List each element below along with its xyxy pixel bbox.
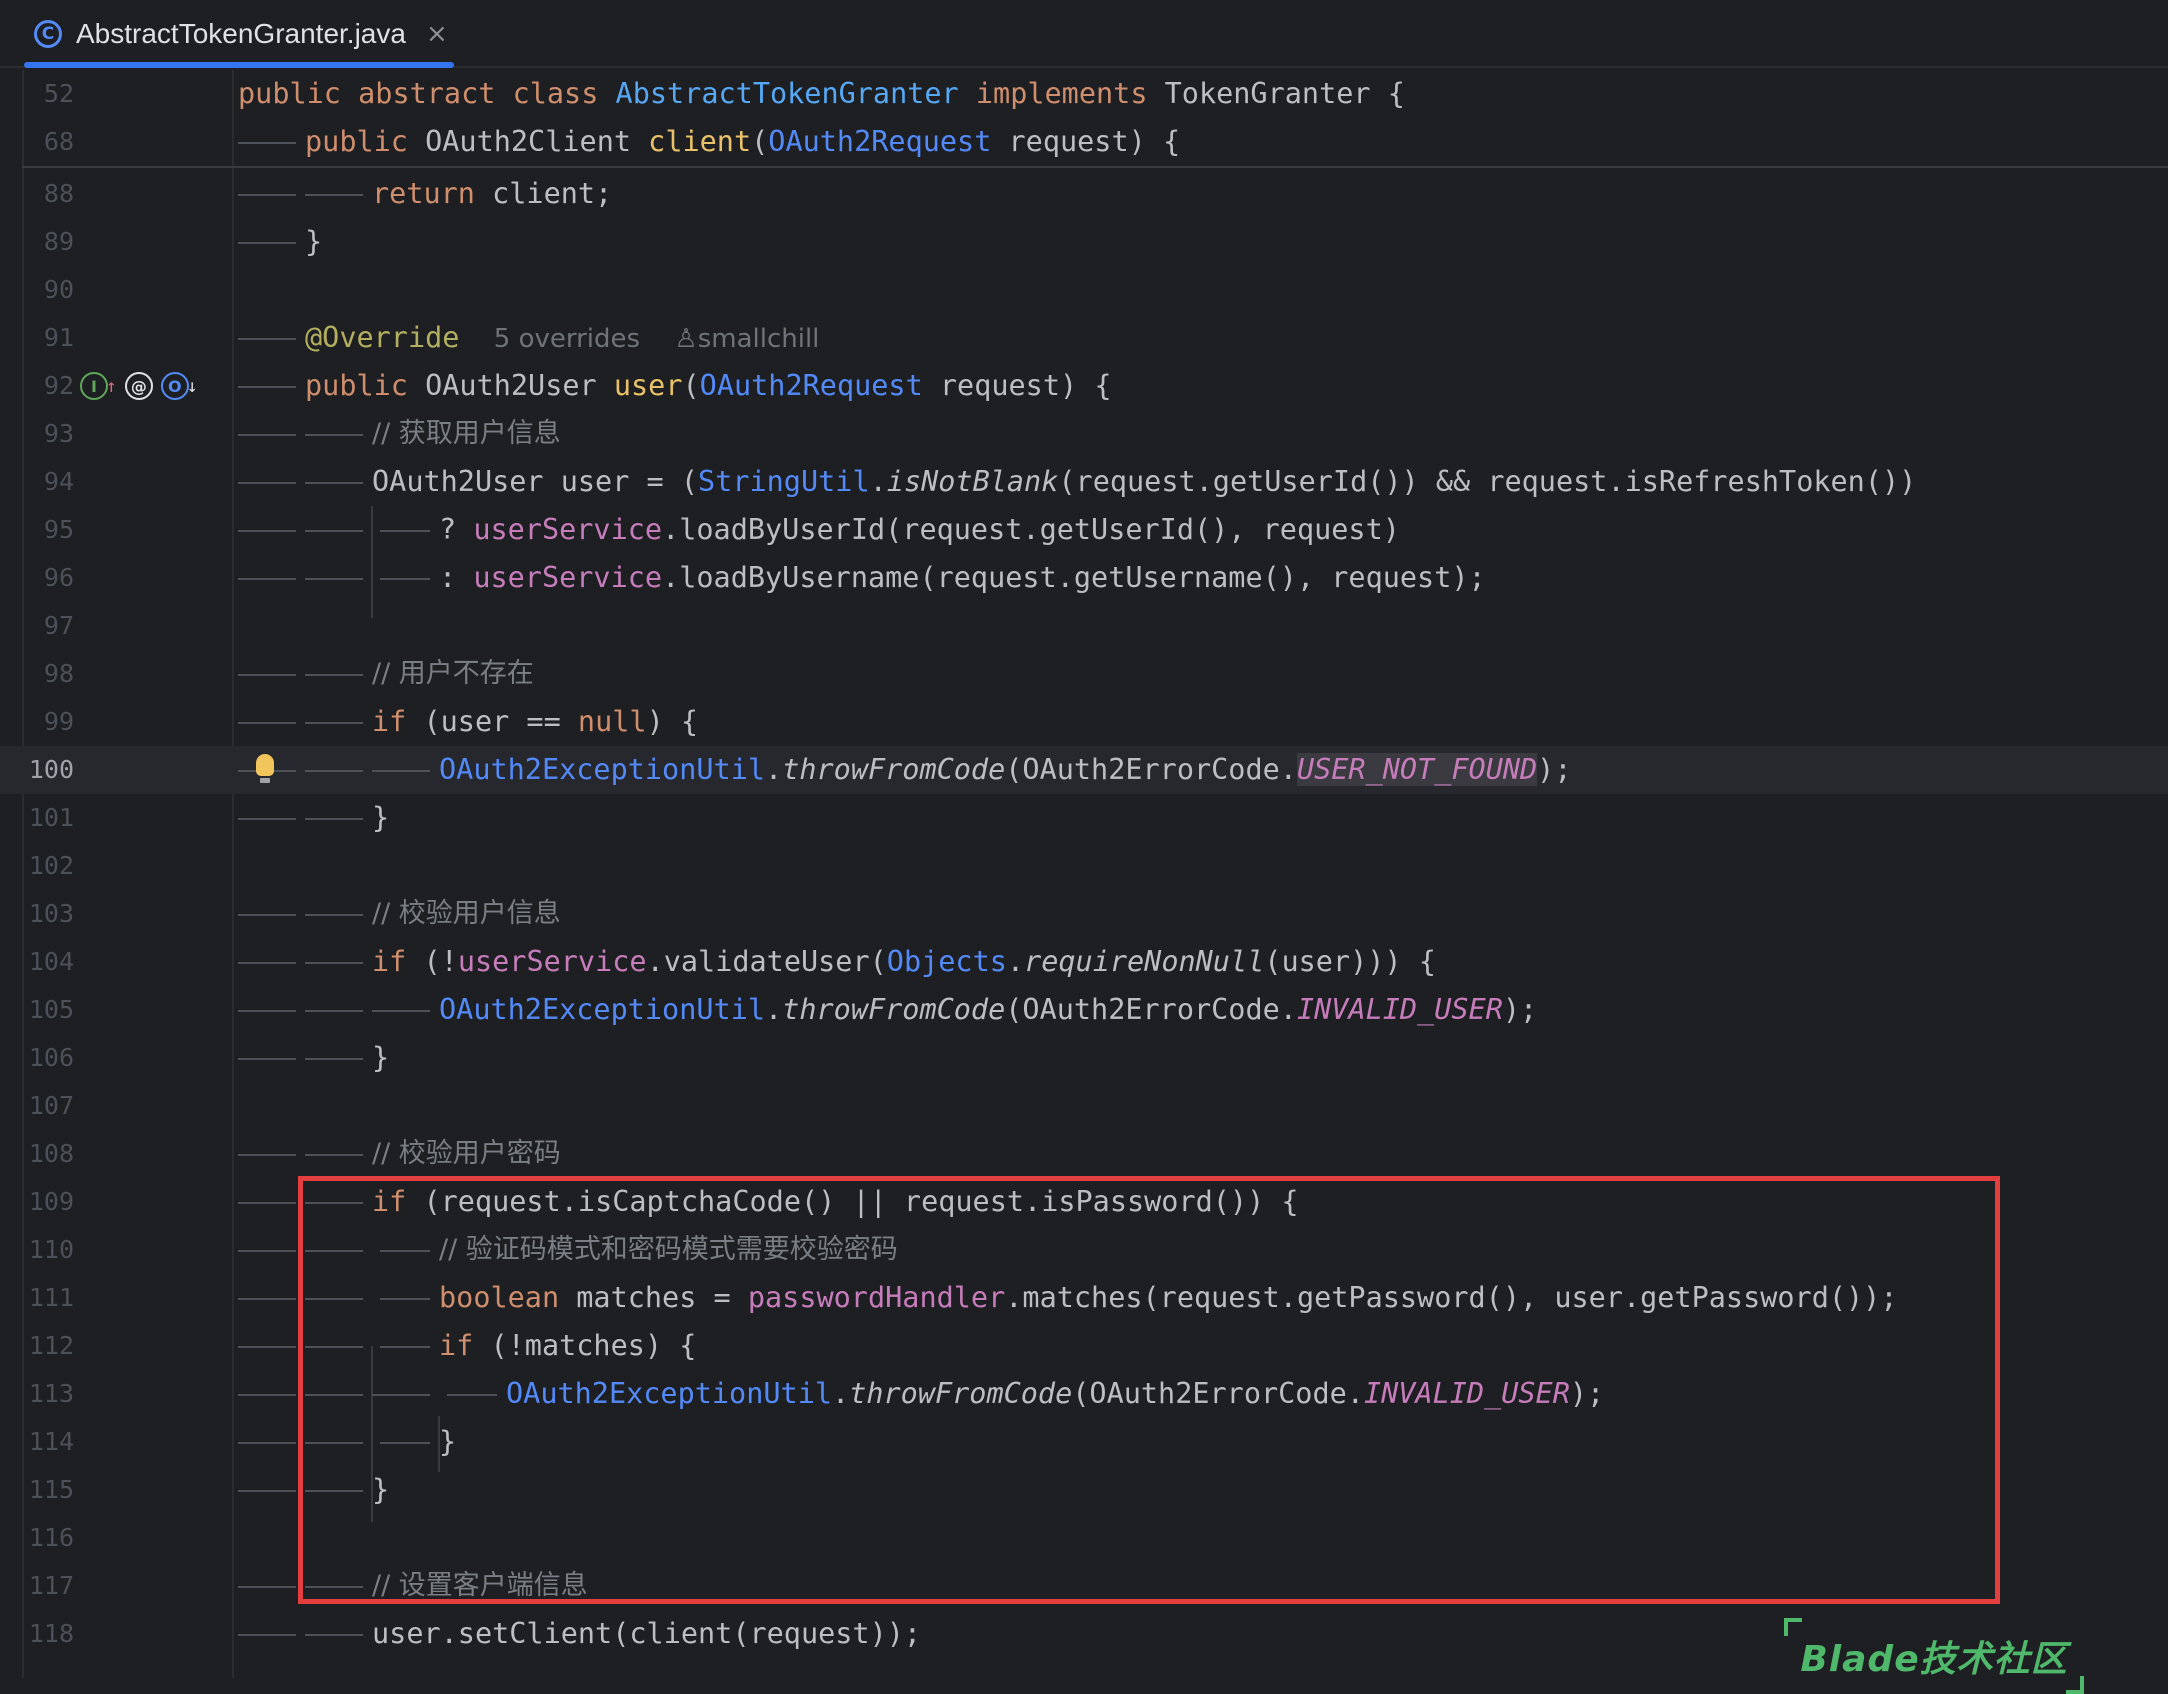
line-number: 103 bbox=[28, 899, 74, 928]
line-number: 90 bbox=[43, 275, 74, 304]
tab-abstract-token-granter[interactable]: C AbstractTokenGranter.java × bbox=[24, 0, 454, 68]
code-line-103[interactable]: 103 // 校验用户信息 bbox=[0, 890, 2168, 938]
line-number: 106 bbox=[28, 1043, 74, 1072]
line-number: 68 bbox=[43, 127, 74, 156]
code-line-90[interactable]: 90 bbox=[0, 266, 2168, 314]
line-number: 95 bbox=[43, 515, 74, 544]
code-line-92[interactable]: 92 I ↑ @ O ↓ public OAuth2User user(OAuth2… bbox=[0, 362, 2168, 410]
line-number: 98 bbox=[43, 659, 74, 688]
line-number: 91 bbox=[43, 323, 74, 352]
lightbulb-icon[interactable] bbox=[256, 754, 274, 783]
line-number: 99 bbox=[43, 707, 74, 736]
code-line-98[interactable]: 98 // 用户不存在 bbox=[0, 650, 2168, 698]
arrow-down-icon: ↓ bbox=[186, 375, 198, 397]
highlight-box bbox=[298, 1176, 2000, 1604]
code-line-97[interactable]: 97 bbox=[0, 602, 2168, 650]
implements-method-icon[interactable]: I bbox=[80, 372, 108, 400]
line-number: 115 bbox=[28, 1475, 74, 1504]
code-editor[interactable]: 52 public abstract class AbstractTokenGr… bbox=[0, 70, 2168, 1694]
author-inlay[interactable]: smallchill bbox=[698, 324, 820, 354]
close-icon[interactable]: × bbox=[426, 19, 448, 49]
code-line-102[interactable]: 102 bbox=[0, 842, 2168, 890]
code-line-95[interactable]: 95 ? userService.loadByUserId(request.ge… bbox=[0, 506, 2168, 554]
line-number: 112 bbox=[28, 1331, 74, 1360]
code-line-101[interactable]: 101 } bbox=[0, 794, 2168, 842]
code-line-88[interactable]: 88 return client; bbox=[0, 170, 2168, 218]
line-number: 118 bbox=[28, 1619, 74, 1648]
code-line-52[interactable]: 52 public abstract class AbstractTokenGr… bbox=[0, 70, 2168, 118]
line-number: 88 bbox=[43, 179, 74, 208]
editor-tab-bar: C AbstractTokenGranter.java × bbox=[0, 0, 2168, 68]
watermark: Blade技术社区 bbox=[1784, 1618, 2084, 1694]
line-number: 93 bbox=[43, 419, 74, 448]
line-number: 110 bbox=[28, 1235, 74, 1264]
comment: // 校验用户信息 bbox=[372, 898, 561, 929]
line-number: 109 bbox=[28, 1187, 74, 1216]
comment: // 用户不存在 bbox=[372, 658, 534, 689]
line-number: 102 bbox=[28, 851, 74, 880]
sticky-lines-separator bbox=[22, 166, 2168, 168]
code-line-105[interactable]: 105 OAuth2ExceptionUtil.throwFromCode(OA… bbox=[0, 986, 2168, 1034]
line-number: 94 bbox=[43, 467, 74, 496]
line-number: 104 bbox=[28, 947, 74, 976]
comment: // 校验用户密码 bbox=[372, 1138, 561, 1169]
tab-title: AbstractTokenGranter.java bbox=[76, 18, 406, 49]
annotation-icon[interactable]: @ bbox=[124, 372, 153, 400]
line-number: 117 bbox=[28, 1571, 74, 1600]
arrow-up-icon: ↑ bbox=[106, 375, 117, 397]
code-line-93[interactable]: 93 // 获取用户信息 bbox=[0, 410, 2168, 458]
code-line-108[interactable]: 108 // 校验用户密码 bbox=[0, 1130, 2168, 1178]
user-icon: ♙ bbox=[674, 324, 698, 354]
line-number: 52 bbox=[43, 79, 74, 108]
line-number: 97 bbox=[43, 611, 74, 640]
comment: // 获取用户信息 bbox=[372, 418, 561, 449]
code-line-94[interactable]: 94 OAuth2User user = (StringUtil.isNotBl… bbox=[0, 458, 2168, 506]
code-line-100[interactable]: 100 OAuth2ExceptionUtil.throwFromCode(OA… bbox=[0, 746, 2168, 794]
line-number: 101 bbox=[28, 803, 74, 832]
code-line-106[interactable]: 106 } bbox=[0, 1034, 2168, 1082]
code-line-96[interactable]: 96 : userService.loadByUsername(request.… bbox=[0, 554, 2168, 602]
code-line-89[interactable]: 89 } bbox=[0, 218, 2168, 266]
line-number: 108 bbox=[28, 1139, 74, 1168]
line-number: 89 bbox=[43, 227, 74, 256]
code-line-91[interactable]: 91 @Override 5 overrides ♙smallchill bbox=[0, 314, 2168, 362]
class-icon: C bbox=[34, 20, 62, 48]
code-line-104[interactable]: 104 if (!userService.validateUser(Object… bbox=[0, 938, 2168, 986]
line-number: 111 bbox=[28, 1283, 74, 1312]
code-line-68[interactable]: 68 public OAuth2Client client(OAuth2Requ… bbox=[0, 118, 2168, 166]
line-number: 105 bbox=[28, 995, 74, 1024]
code-line-107[interactable]: 107 bbox=[0, 1082, 2168, 1130]
overrides-inlay[interactable]: 5 overrides bbox=[494, 324, 640, 354]
line-number: 114 bbox=[28, 1427, 74, 1456]
line-number: 100 bbox=[28, 755, 74, 784]
overridden-method-icon[interactable]: O bbox=[160, 372, 189, 400]
line-number: 96 bbox=[43, 563, 74, 592]
line-number: 116 bbox=[28, 1523, 74, 1552]
line-number: 113 bbox=[28, 1379, 74, 1408]
line-number: 92 bbox=[43, 371, 74, 400]
code-line-99[interactable]: 99 if (user == null) { bbox=[0, 698, 2168, 746]
active-tab-indicator bbox=[24, 62, 454, 68]
line-number: 107 bbox=[28, 1091, 74, 1120]
